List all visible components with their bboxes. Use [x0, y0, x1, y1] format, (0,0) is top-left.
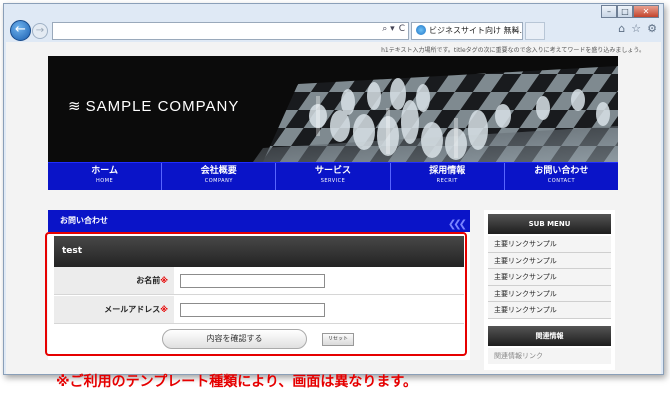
- main-heading-text: お問い合わせ: [60, 216, 108, 225]
- gear-icon[interactable]: ⚙: [647, 22, 657, 35]
- company-logo[interactable]: ≋ SAMPLE COMPANY: [68, 97, 239, 115]
- sub-menu-item[interactable]: 主要リンクサンプル: [488, 252, 611, 269]
- window-controls: – □ ✕: [601, 5, 659, 18]
- home-icon[interactable]: ⌂: [618, 22, 625, 35]
- address-tools: ⌕ ▾ C: [382, 24, 405, 34]
- menu-contact[interactable]: お問い合わせ CONTACT: [505, 163, 618, 190]
- header-text: h1テキスト入力場所です。titleタグの次に重要なので念入りに考えてワードを盛…: [381, 47, 645, 54]
- global-menu: ホーム HOME 会社概要 COMPANY サービス SERVICE 採用情報 RECR…: [48, 162, 618, 190]
- sub-menu-item[interactable]: 主要リンクサンプル: [488, 302, 611, 319]
- address-bar[interactable]: ⌕ ▾ C: [52, 22, 409, 40]
- main-heading: お問い合わせ ❮❮❮: [48, 210, 470, 232]
- menu-home-label: ホーム: [91, 166, 118, 176]
- tab-title: ビジネスサイト向け 無料...: [429, 26, 523, 35]
- forward-button[interactable]: →: [32, 23, 48, 39]
- menu-service[interactable]: サービス SERVICE: [276, 163, 391, 190]
- search-dropdown-icon[interactable]: ⌕ ▾: [382, 24, 394, 34]
- star-icon[interactable]: ☆: [631, 22, 641, 35]
- browser-tab[interactable]: ビジネスサイト向け 無料... ×: [411, 22, 523, 40]
- tab-close-icon[interactable]: ×: [512, 23, 519, 39]
- related-title: 関連情報: [488, 326, 611, 346]
- sub-menu-list: 主要リンクサンプル 主要リンクサンプル 主要リンクサンプル 主要リンクサンプル …: [488, 236, 611, 319]
- menu-company-label: 会社概要: [200, 166, 237, 176]
- browser-tools: ⌂ ☆ ⚙: [618, 22, 657, 35]
- back-button[interactable]: ←: [10, 20, 31, 41]
- close-window-button[interactable]: ✕: [633, 5, 659, 18]
- menu-recruit-sub: RECRIT: [436, 178, 458, 184]
- menu-recruit-label: 採用情報: [429, 166, 466, 176]
- sub-menu-item[interactable]: 主要リンクサンプル: [488, 285, 611, 302]
- logo-mark-icon: ≋: [68, 98, 82, 115]
- maximize-button[interactable]: □: [617, 5, 633, 18]
- menu-contact-sub: CONTACT: [547, 178, 576, 184]
- ie-favicon-icon: [416, 25, 426, 35]
- sub-menu-item[interactable]: 主要リンクサンプル: [488, 236, 611, 253]
- menu-recruit[interactable]: 採用情報 RECRIT: [391, 163, 505, 190]
- sidebar: SUB MENU 主要リンクサンプル 主要リンクサンプル 主要リンクサンプル 主…: [484, 210, 615, 370]
- refresh-icon[interactable]: C: [399, 24, 405, 34]
- related-link[interactable]: 関連情報リンク: [488, 348, 611, 364]
- sub-menu-title: SUB MENU: [488, 214, 611, 234]
- menu-contact-label: お問い合わせ: [534, 166, 589, 176]
- disclaimer-note: ※ご利用のテンプレート種類により、画面は異なります。: [56, 374, 417, 390]
- header-banner: ≋ SAMPLE COMPANY: [48, 56, 618, 162]
- new-tab-button[interactable]: [525, 22, 545, 40]
- minimize-button[interactable]: –: [601, 5, 617, 18]
- menu-company[interactable]: 会社概要 COMPANY: [162, 163, 277, 190]
- sub-menu-item[interactable]: 主要リンクサンプル: [488, 269, 611, 286]
- menu-home[interactable]: ホーム HOME: [48, 163, 163, 190]
- browser-navbar: ← → ⌕ ▾ C ビジネスサイト向け 無料... × ⌂ ☆ ⚙: [4, 18, 663, 42]
- menu-service-label: サービス: [315, 166, 352, 176]
- menu-company-sub: COMPANY: [204, 178, 233, 184]
- menu-home-sub: HOME: [96, 178, 114, 184]
- logo-text: SAMPLE COMPANY: [85, 98, 240, 115]
- highlight-frame: [45, 232, 467, 356]
- menu-service-sub: SERVICE: [320, 178, 346, 184]
